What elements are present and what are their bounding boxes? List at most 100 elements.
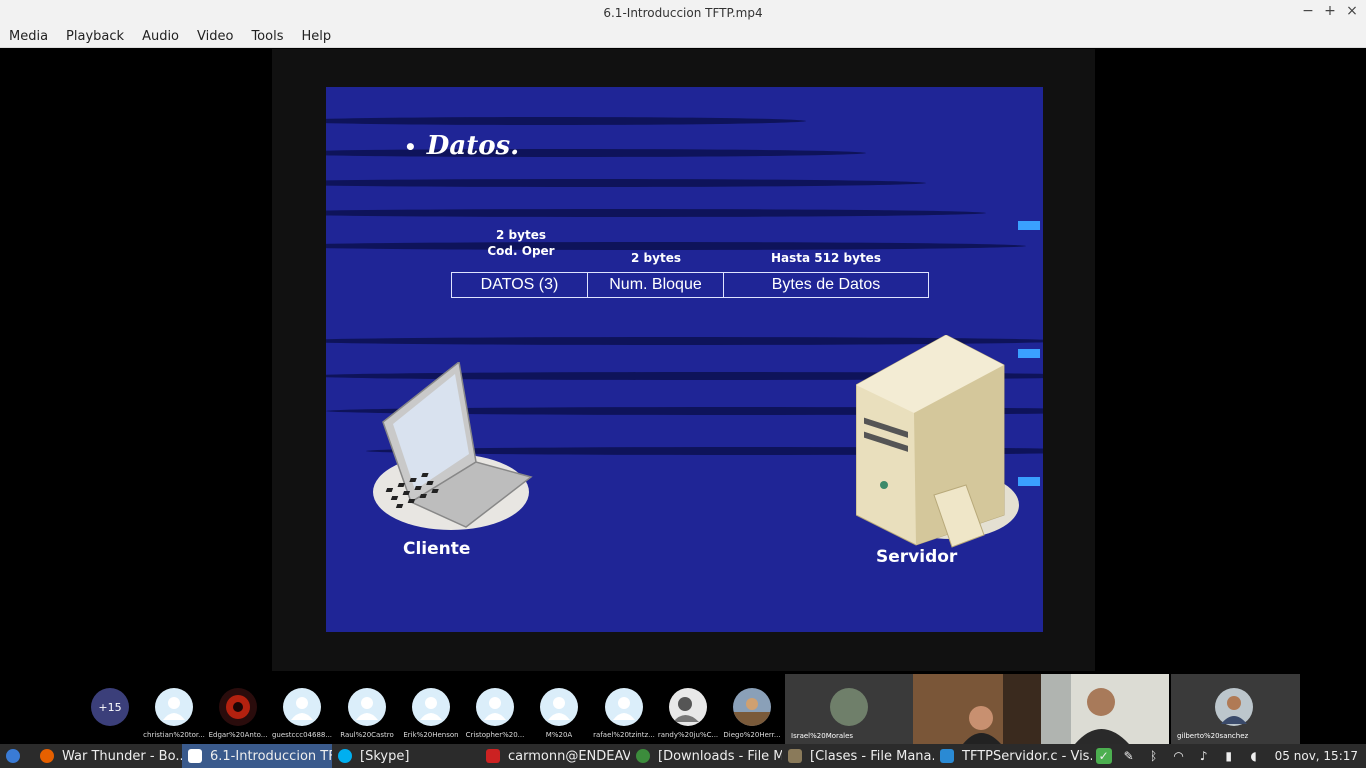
title-bullet: • (404, 135, 417, 159)
menu-playback[interactable]: Playback (57, 29, 133, 44)
overflow-participants-button[interactable]: +15 (78, 674, 142, 744)
notes-icon[interactable]: ✎ (1121, 748, 1137, 764)
task-skype[interactable]: [Skype] (332, 744, 480, 768)
slide-stripe (326, 209, 986, 217)
participant[interactable]: Raul%20Castro (335, 674, 399, 744)
participant[interactable]: Cristopher%20... (463, 674, 527, 744)
participant[interactable]: Erik%20Henson (399, 674, 463, 744)
task-label: War Thunder - Bo... (62, 748, 182, 764)
slide-accent (1018, 349, 1040, 358)
field-header-opcode-desc: Cod. Oper (487, 244, 555, 258)
download-icon (636, 749, 650, 763)
bell-icon[interactable]: ♪ (1196, 748, 1212, 764)
webcam-feed (913, 674, 1041, 744)
avatar (283, 688, 321, 726)
avatar (733, 688, 771, 726)
slide: • Datos. 2 bytes Cod. Oper 2 bytes Hasta … (326, 87, 1043, 632)
avatar (155, 688, 193, 726)
vscode-icon (940, 749, 954, 763)
overflow-count: +15 (91, 688, 129, 726)
participant-name: rafael%20tzintz... (593, 731, 655, 739)
clock[interactable]: 05 nov, 15:17 (1275, 749, 1358, 763)
client-label: Cliente (403, 539, 471, 559)
video-tile[interactable] (913, 674, 1041, 744)
participant-name: Erik%20Henson (403, 731, 459, 739)
window-title: 6.1-Introduccion TFTP.mp4 (603, 6, 763, 20)
task-clases[interactable]: [Clases - File Mana... (782, 744, 934, 768)
video-tile-name: Israel%20Morales (791, 732, 854, 740)
slide-stripe (326, 242, 1026, 250)
participant-name: christian%20tor... (143, 731, 205, 739)
start-menu-icon (6, 749, 20, 763)
minimize-icon[interactable]: − (1302, 3, 1314, 19)
folder-icon (788, 749, 802, 763)
slide-stripe (326, 179, 926, 187)
menu-help[interactable]: Help (292, 29, 340, 44)
participant-name: M%20A (545, 731, 573, 739)
window-titlebar: 6.1-Introduccion TFTP.mp4 − + × (0, 0, 1366, 26)
task-label: TFTPServidor.c - Vis... (962, 748, 1092, 764)
task-vlc[interactable]: 6.1-Introduccion TF... (182, 744, 332, 768)
volume-icon[interactable]: ◖ (1246, 748, 1262, 764)
participant[interactable]: Edgar%20Anto... (206, 674, 270, 744)
video-tile[interactable]: gilberto%20sanchez (1171, 674, 1300, 744)
packet-cell-opcode: DATOS (3) (452, 273, 588, 297)
avatar (1215, 688, 1253, 726)
participant-name: Raul%20Castro (340, 731, 394, 739)
avatar (219, 688, 257, 726)
participant[interactable]: Diego%20Herr... (720, 674, 784, 744)
participant-name: Diego%20Herr... (723, 731, 781, 739)
menu-audio[interactable]: Audio (133, 29, 188, 44)
task-label: [Skype] (360, 748, 410, 764)
maximize-icon[interactable]: + (1324, 3, 1336, 19)
menu-tools[interactable]: Tools (242, 29, 292, 44)
task-downloads[interactable]: [Downloads - File M... (630, 744, 782, 768)
participant[interactable]: M%20A (527, 674, 591, 744)
bluetooth-icon[interactable]: ᛒ (1146, 748, 1162, 764)
slide-title: • Datos. (404, 131, 519, 161)
window-controls: − + × (1302, 3, 1358, 19)
field-header-opcode: 2 bytes Cod. Oper (466, 227, 576, 259)
task-label: 6.1-Introduccion TF... (210, 748, 332, 764)
participant-name: Edgar%20Anto... (208, 731, 268, 739)
participant[interactable]: christian%20tor... (142, 674, 206, 744)
participants-strip: +15 christian%20tor... Edgar%20Anto... g… (0, 674, 1366, 744)
field-header-block: 2 bytes (601, 250, 711, 266)
video-tile[interactable]: Israel%20Morales (785, 674, 913, 744)
skype-icon (338, 749, 352, 763)
close-icon[interactable]: × (1346, 3, 1358, 19)
video-frame: • Datos. 2 bytes Cod. Oper 2 bytes Hasta … (272, 49, 1095, 671)
task-label: [Downloads - File M... (658, 748, 782, 764)
wifi-icon[interactable]: ◠ (1171, 748, 1187, 764)
participant[interactable]: rafael%20tzintz... (592, 674, 656, 744)
checkmark-icon[interactable]: ✓ (1095, 748, 1112, 764)
server-label: Servidor (876, 547, 958, 567)
video-tile-name: gilberto%20sanchez (1177, 732, 1249, 740)
slide-accent (1018, 221, 1040, 230)
participant-name: randy%20ju%C... (657, 731, 719, 739)
slide-accent (1018, 477, 1040, 486)
task-terminal[interactable]: carmonn@ENDEAV... (480, 744, 630, 768)
field-header-data: Hasta 512 bytes (751, 250, 901, 266)
menu-media[interactable]: Media (0, 29, 57, 44)
participant[interactable]: randy%20ju%C... (656, 674, 720, 744)
packet-diagram: DATOS (3) Num. Bloque Bytes de Datos (451, 272, 929, 298)
server-icon (856, 335, 1019, 548)
system-tray: ✓ ✎ ᛒ ◠ ♪ ▮ ◖ 05 nov, 15:17 (1095, 744, 1366, 768)
task-vscode[interactable]: TFTPServidor.c - Vis... (934, 744, 1092, 768)
video-area[interactable]: • Datos. 2 bytes Cod. Oper 2 bytes Hasta … (0, 49, 1366, 674)
task-war-thunder[interactable]: War Thunder - Bo... (34, 744, 182, 768)
avatar (830, 688, 868, 726)
terminal-icon (486, 749, 500, 763)
menu-video[interactable]: Video (188, 29, 242, 44)
avatar (348, 688, 386, 726)
field-header-block-size: 2 bytes (631, 251, 681, 265)
video-tile[interactable] (1041, 674, 1169, 744)
start-menu-button[interactable] (0, 744, 34, 768)
taskbar: War Thunder - Bo... 6.1-Introduccion TF.… (0, 744, 1366, 768)
title-text: Datos. (426, 131, 520, 161)
battery-icon[interactable]: ▮ (1221, 748, 1237, 764)
webcam-feed (1041, 674, 1169, 744)
participant[interactable]: guestccc04688... (270, 674, 334, 744)
avatar (669, 688, 707, 726)
